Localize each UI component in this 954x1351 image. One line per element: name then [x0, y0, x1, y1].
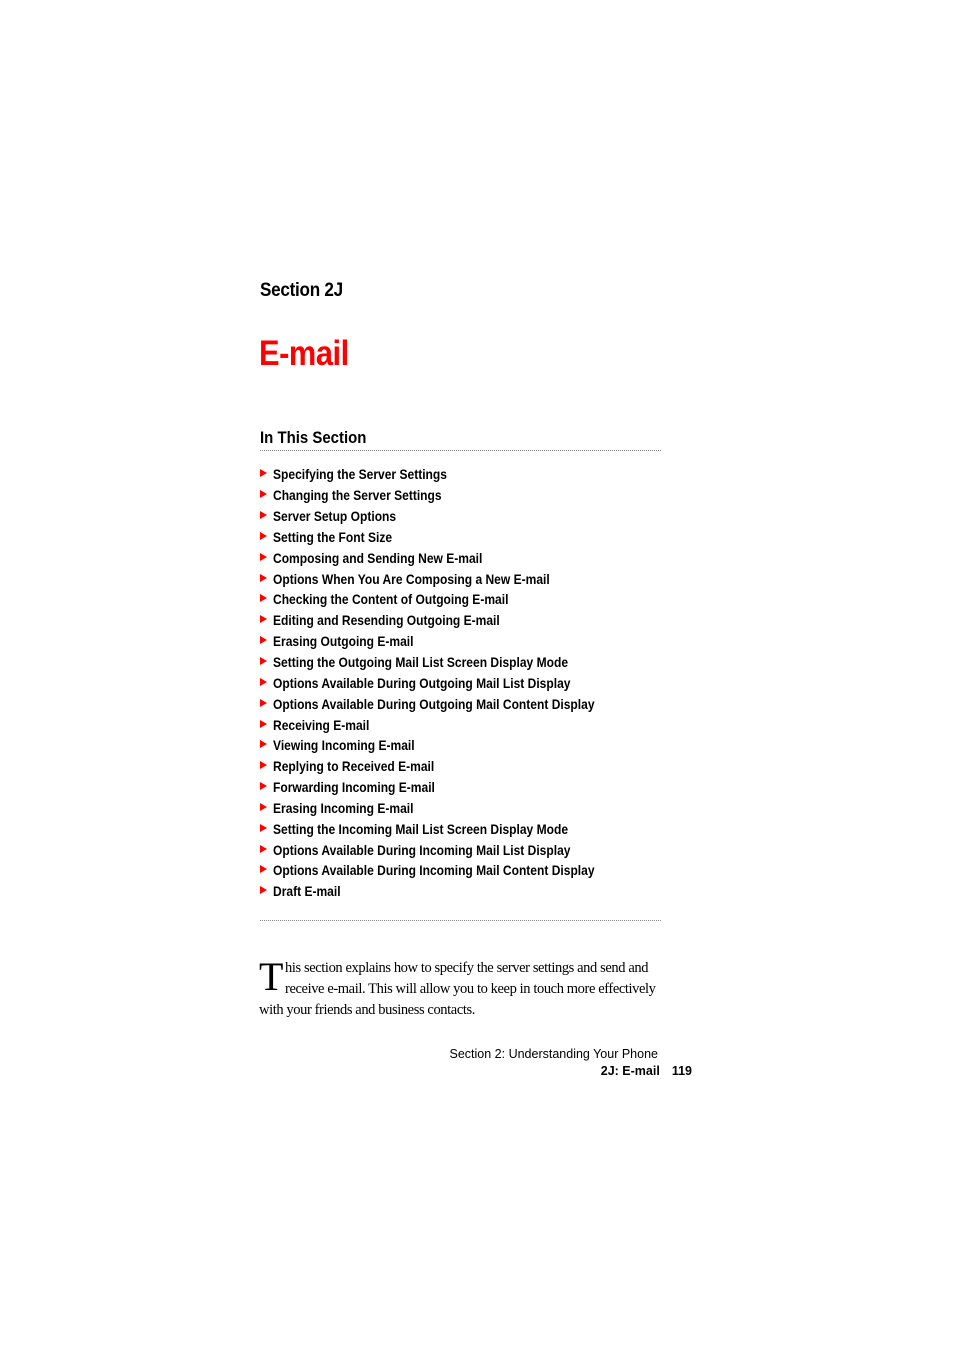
toc-item[interactable]: Composing and Sending New E-mail: [260, 547, 647, 568]
in-this-section-heading: In This Section: [260, 428, 367, 447]
toc-item-label: Options When You Are Composing a New E-m…: [273, 570, 550, 587]
toc-item-label: Server Setup Options: [273, 508, 397, 525]
red-triangle-arrow-icon: [260, 594, 267, 603]
toc-item-label: Checking the Content of Outgoing E-mail: [273, 591, 509, 608]
toc-item[interactable]: Replying to Received E-mail: [260, 756, 647, 777]
toc-item-label: Forwarding Incoming E-mail: [273, 779, 435, 796]
divider-bottom: [260, 920, 661, 921]
red-triangle-arrow-icon: [260, 490, 267, 499]
toc-item[interactable]: Editing and Resending Outgoing E-mail: [260, 610, 647, 631]
toc-item[interactable]: Setting the Outgoing Mail List Screen Di…: [260, 652, 647, 673]
toc-item-label: Options Available During Incoming Mail L…: [273, 841, 571, 858]
toc-item[interactable]: Setting the Incoming Mail List Screen Di…: [260, 818, 647, 839]
toc-item-label: Erasing Outgoing E-mail: [273, 633, 414, 650]
toc-item[interactable]: Setting the Font Size: [260, 527, 647, 548]
red-triangle-arrow-icon: [260, 615, 267, 624]
intro-text: his section explains how to specify the …: [259, 960, 656, 1018]
toc-item[interactable]: Options Available During Incoming Mail L…: [260, 839, 647, 860]
toc-item-label: Options Available During Outgoing Mail L…: [273, 674, 571, 691]
toc-item[interactable]: Checking the Content of Outgoing E-mail: [260, 589, 647, 610]
red-triangle-arrow-icon: [260, 823, 267, 832]
toc-item[interactable]: Changing the Server Settings: [260, 485, 647, 506]
red-triangle-arrow-icon: [260, 511, 267, 520]
red-triangle-arrow-icon: [260, 740, 267, 749]
toc-item-label: Changing the Server Settings: [273, 487, 442, 504]
red-triangle-arrow-icon: [260, 865, 267, 874]
toc-item-label: Specifying the Server Settings: [273, 466, 447, 483]
toc-item[interactable]: Options Available During Incoming Mail C…: [260, 860, 647, 881]
dropcap: T: [259, 954, 284, 999]
red-triangle-arrow-icon: [260, 698, 267, 707]
toc-item-label: Setting the Incoming Mail List Screen Di…: [273, 820, 569, 837]
red-triangle-arrow-icon: [260, 573, 267, 582]
red-triangle-arrow-icon: [260, 886, 267, 895]
red-triangle-arrow-icon: [260, 636, 267, 645]
toc-item[interactable]: Draft E-mail: [260, 881, 647, 902]
toc-item-label: Options Available During Incoming Mail C…: [273, 862, 595, 879]
toc-item[interactable]: Specifying the Server Settings: [260, 464, 647, 485]
toc-item[interactable]: Erasing Incoming E-mail: [260, 798, 647, 819]
red-triangle-arrow-icon: [260, 657, 267, 666]
toc-item-label: Receiving E-mail: [273, 716, 370, 733]
toc-item-label: Viewing Incoming E-mail: [273, 737, 415, 754]
red-triangle-arrow-icon: [260, 469, 267, 478]
section-label: Section 2J: [260, 280, 343, 301]
toc-item[interactable]: Options When You Are Composing a New E-m…: [260, 568, 647, 589]
red-triangle-arrow-icon: [260, 531, 267, 540]
toc-item-label: Composing and Sending New E-mail: [273, 549, 483, 566]
divider-top: [260, 450, 661, 451]
red-triangle-arrow-icon: [260, 552, 267, 561]
toc-item-label: Setting the Outgoing Mail List Screen Di…: [273, 654, 569, 671]
toc-item-label: Replying to Received E-mail: [273, 758, 435, 775]
intro-paragraph: This section explains how to specify the…: [259, 954, 679, 1021]
toc-item-label: Erasing Incoming E-mail: [273, 799, 414, 816]
red-triangle-arrow-icon: [260, 677, 267, 686]
toc-item-label: Draft E-mail: [273, 883, 341, 900]
page-number: 119: [671, 1064, 692, 1078]
footer-chapter: Section 2: Understanding Your Phone: [449, 1047, 659, 1061]
toc-list: Specifying the Server Settings Changing t…: [260, 464, 647, 902]
red-triangle-arrow-icon: [260, 761, 267, 770]
toc-item[interactable]: Viewing Incoming E-mail: [260, 735, 647, 756]
toc-item-label: Setting the Font Size: [273, 528, 393, 545]
footer-section-title: 2J: E-mail: [600, 1064, 660, 1078]
page-title: E-mail: [259, 334, 349, 373]
red-triangle-arrow-icon: [260, 719, 267, 728]
toc-item[interactable]: Options Available During Outgoing Mail L…: [260, 672, 647, 693]
toc-item[interactable]: Server Setup Options: [260, 506, 647, 527]
red-triangle-arrow-icon: [260, 844, 267, 853]
toc-item[interactable]: Options Available During Outgoing Mail C…: [260, 693, 647, 714]
toc-item-label: Options Available During Outgoing Mail C…: [273, 695, 595, 712]
toc-item[interactable]: Forwarding Incoming E-mail: [260, 777, 647, 798]
toc-item[interactable]: Receiving E-mail: [260, 714, 647, 735]
toc-item-label: Editing and Resending Outgoing E-mail: [273, 612, 500, 629]
footer-section: 2J: E-mail 119: [601, 1064, 692, 1078]
toc-item[interactable]: Erasing Outgoing E-mail: [260, 631, 647, 652]
red-triangle-arrow-icon: [260, 782, 267, 791]
red-triangle-arrow-icon: [260, 802, 267, 811]
